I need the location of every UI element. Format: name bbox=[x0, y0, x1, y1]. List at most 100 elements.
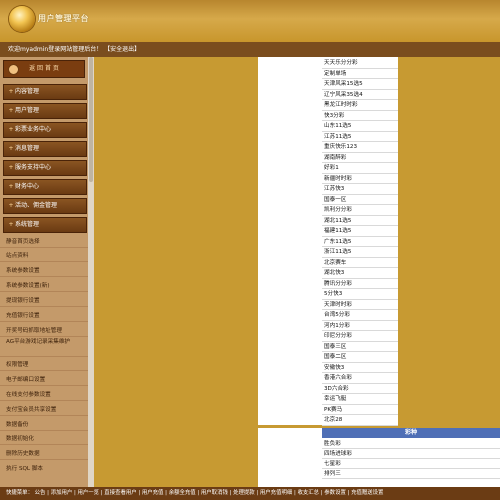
lottery-list-item[interactable]: 浙江11选5 bbox=[324, 247, 351, 255]
lottery-list-item[interactable]: 印尼分分彩 bbox=[324, 331, 352, 339]
row-divider bbox=[322, 458, 500, 459]
sub-item[interactable]: 在线支付参数设置 bbox=[6, 390, 51, 398]
menu-lottery-business[interactable]: +彩票业务中心 bbox=[3, 122, 87, 138]
lottery-list-item[interactable]: 天津时时彩 bbox=[324, 300, 352, 308]
lottery-list-item[interactable]: 湖北11选5 bbox=[324, 216, 351, 224]
divider bbox=[0, 444, 88, 445]
lottery-list-item[interactable]: 北京赛车 bbox=[324, 258, 346, 266]
sub-item[interactable]: 电子邮编口设置 bbox=[6, 375, 45, 383]
main-frame bbox=[94, 57, 258, 487]
lottery-list-item[interactable]: 凯利分分彩 bbox=[324, 205, 352, 213]
menu-content[interactable]: +内容管理 bbox=[3, 84, 87, 100]
lottery-list-item[interactable]: 快3分彩 bbox=[324, 111, 344, 119]
game-item[interactable]: 排列三 bbox=[324, 469, 341, 477]
lottery-list-item[interactable]: 3D六合彩 bbox=[324, 384, 349, 392]
logo-icon bbox=[9, 6, 35, 32]
sub-item[interactable]: 权限管理 bbox=[6, 360, 28, 368]
lottery-list-item[interactable]: 安徽快3 bbox=[324, 363, 344, 371]
game-item[interactable]: 七星彩 bbox=[324, 459, 341, 467]
sub-item[interactable]: 提现银行设置 bbox=[6, 296, 40, 304]
plus-icon: + bbox=[8, 164, 14, 171]
games-header: 彩种 bbox=[322, 428, 500, 438]
lottery-list-item[interactable]: 河内1分彩 bbox=[324, 321, 350, 329]
game-item[interactable]: 胜负彩 bbox=[324, 439, 341, 447]
row-divider bbox=[322, 478, 500, 479]
scrollbar-thumb[interactable] bbox=[89, 57, 93, 182]
lottery-list-item[interactable]: 5分快3 bbox=[324, 289, 342, 297]
divider bbox=[0, 291, 88, 292]
top-banner: 用户管理平台 bbox=[0, 0, 500, 42]
lottery-list-item[interactable]: 香港六合彩 bbox=[324, 373, 352, 381]
sub-item[interactable]: AG平台游戏记录采集维护 bbox=[6, 339, 86, 346]
sub-item[interactable]: 开奖号码抓取地址管理 bbox=[6, 326, 62, 334]
divider bbox=[0, 400, 88, 401]
lottery-list-item[interactable]: PK赛马 bbox=[324, 405, 342, 413]
menu-service-support[interactable]: +服务支持中心 bbox=[3, 160, 87, 176]
plus-icon: + bbox=[8, 88, 14, 95]
plus-icon: + bbox=[8, 145, 14, 152]
lottery-list-item[interactable]: 台湾5分彩 bbox=[324, 310, 350, 318]
sub-item[interactable]: 数据初始化 bbox=[6, 434, 34, 442]
divider bbox=[0, 261, 88, 262]
divider bbox=[0, 415, 88, 416]
lottery-list-item[interactable]: 山东11选5 bbox=[324, 121, 351, 129]
plus-icon: + bbox=[8, 221, 14, 228]
game-item[interactable]: 四场进球彩 bbox=[324, 449, 352, 457]
divider bbox=[0, 276, 88, 277]
quick-menu-text[interactable]: 快捷菜单： 公告 | 添加用户 | 用户一览 | 直接查看用户 | 用户充值 |… bbox=[0, 490, 383, 496]
welcome-text: 欢迎myadmin登录网站管理后台！ 【安全退出】 bbox=[8, 46, 141, 53]
home-icon bbox=[8, 64, 19, 75]
lottery-list-item[interactable]: 国泰三区 bbox=[324, 342, 346, 350]
sub-item[interactable]: 支付宝会员共享设置 bbox=[6, 405, 56, 413]
plus-icon: + bbox=[8, 202, 14, 209]
lottery-list-item[interactable]: 江苏快3 bbox=[324, 184, 344, 192]
sub-item[interactable]: 删除历史数据 bbox=[6, 449, 40, 457]
sub-item[interactable]: 系统参数设置 bbox=[6, 266, 40, 274]
lottery-list-item[interactable]: 江苏11选5 bbox=[324, 132, 351, 140]
lottery-list-item[interactable]: 定制单场 bbox=[324, 69, 346, 77]
middle-panel-top bbox=[258, 57, 322, 425]
divider bbox=[0, 321, 88, 322]
lottery-list-item[interactable]: 北京28 bbox=[324, 415, 342, 423]
lottery-list-item[interactable]: 好彩1 bbox=[324, 163, 339, 171]
lottery-list-item[interactable]: 腾讯分分彩 bbox=[324, 279, 352, 287]
menu-activities[interactable]: +活动、佣金管理 bbox=[3, 198, 87, 214]
back-home-button[interactable]: 返 回 首 页 bbox=[3, 60, 85, 78]
sub-item[interactable]: 充值银行设置 bbox=[6, 311, 40, 319]
lottery-list-item[interactable]: 黑龙江时时彩 bbox=[324, 100, 358, 108]
lottery-list-item[interactable]: 湖北快3 bbox=[324, 268, 344, 276]
lottery-list-item[interactable]: 辽宁风采35选4 bbox=[324, 90, 363, 98]
row-divider bbox=[322, 468, 500, 469]
divider bbox=[0, 459, 88, 460]
divider bbox=[0, 336, 88, 337]
divider bbox=[0, 247, 88, 248]
divider bbox=[0, 370, 88, 371]
sub-item[interactable]: 数据备份 bbox=[6, 420, 28, 428]
lottery-list-item[interactable]: 天津风采15选5 bbox=[324, 79, 363, 87]
lottery-list-item[interactable]: 国泰一区 bbox=[324, 195, 346, 203]
lottery-list-item[interactable]: 新疆时时彩 bbox=[324, 174, 352, 182]
menu-system[interactable]: +系统管理 bbox=[3, 217, 87, 233]
menu-finance[interactable]: +财务中心 bbox=[3, 179, 87, 195]
sub-item[interactable]: 系统参数设置(新) bbox=[6, 281, 50, 289]
sub-item[interactable]: 执行 SQL 脚本 bbox=[6, 464, 43, 472]
lottery-list-item[interactable]: 广东11选5 bbox=[324, 237, 351, 245]
menu-users[interactable]: +用户管理 bbox=[3, 103, 87, 119]
lottery-list-item[interactable]: 天天乐分分彩 bbox=[324, 58, 358, 66]
sub-item[interactable]: 站点资料 bbox=[6, 251, 28, 259]
lottery-list-item[interactable]: 福建11选5 bbox=[324, 226, 351, 234]
divider bbox=[0, 430, 88, 431]
lottery-list-item[interactable]: 幸运飞艇 bbox=[324, 394, 346, 402]
logo-text: 用户管理平台 bbox=[38, 14, 89, 23]
divider bbox=[0, 385, 88, 386]
lottery-list-item[interactable]: 国泰二区 bbox=[324, 352, 346, 360]
sub-item[interactable]: 静音首页选择 bbox=[6, 237, 40, 245]
welcome-bar: 欢迎myadmin登录网站管理后台！ 【安全退出】 bbox=[0, 42, 500, 57]
games-list: 胜负彩四场进球彩七星彩排列三 bbox=[322, 438, 500, 487]
lottery-list-item[interactable]: 重庆快乐123 bbox=[324, 142, 357, 150]
row-divider bbox=[322, 424, 398, 426]
lottery-list-item[interactable]: 湖南醉彩 bbox=[324, 153, 346, 161]
middle-panel-bottom bbox=[258, 428, 322, 487]
menu-messages[interactable]: +消息管理 bbox=[3, 141, 87, 157]
plus-icon: + bbox=[8, 107, 14, 114]
